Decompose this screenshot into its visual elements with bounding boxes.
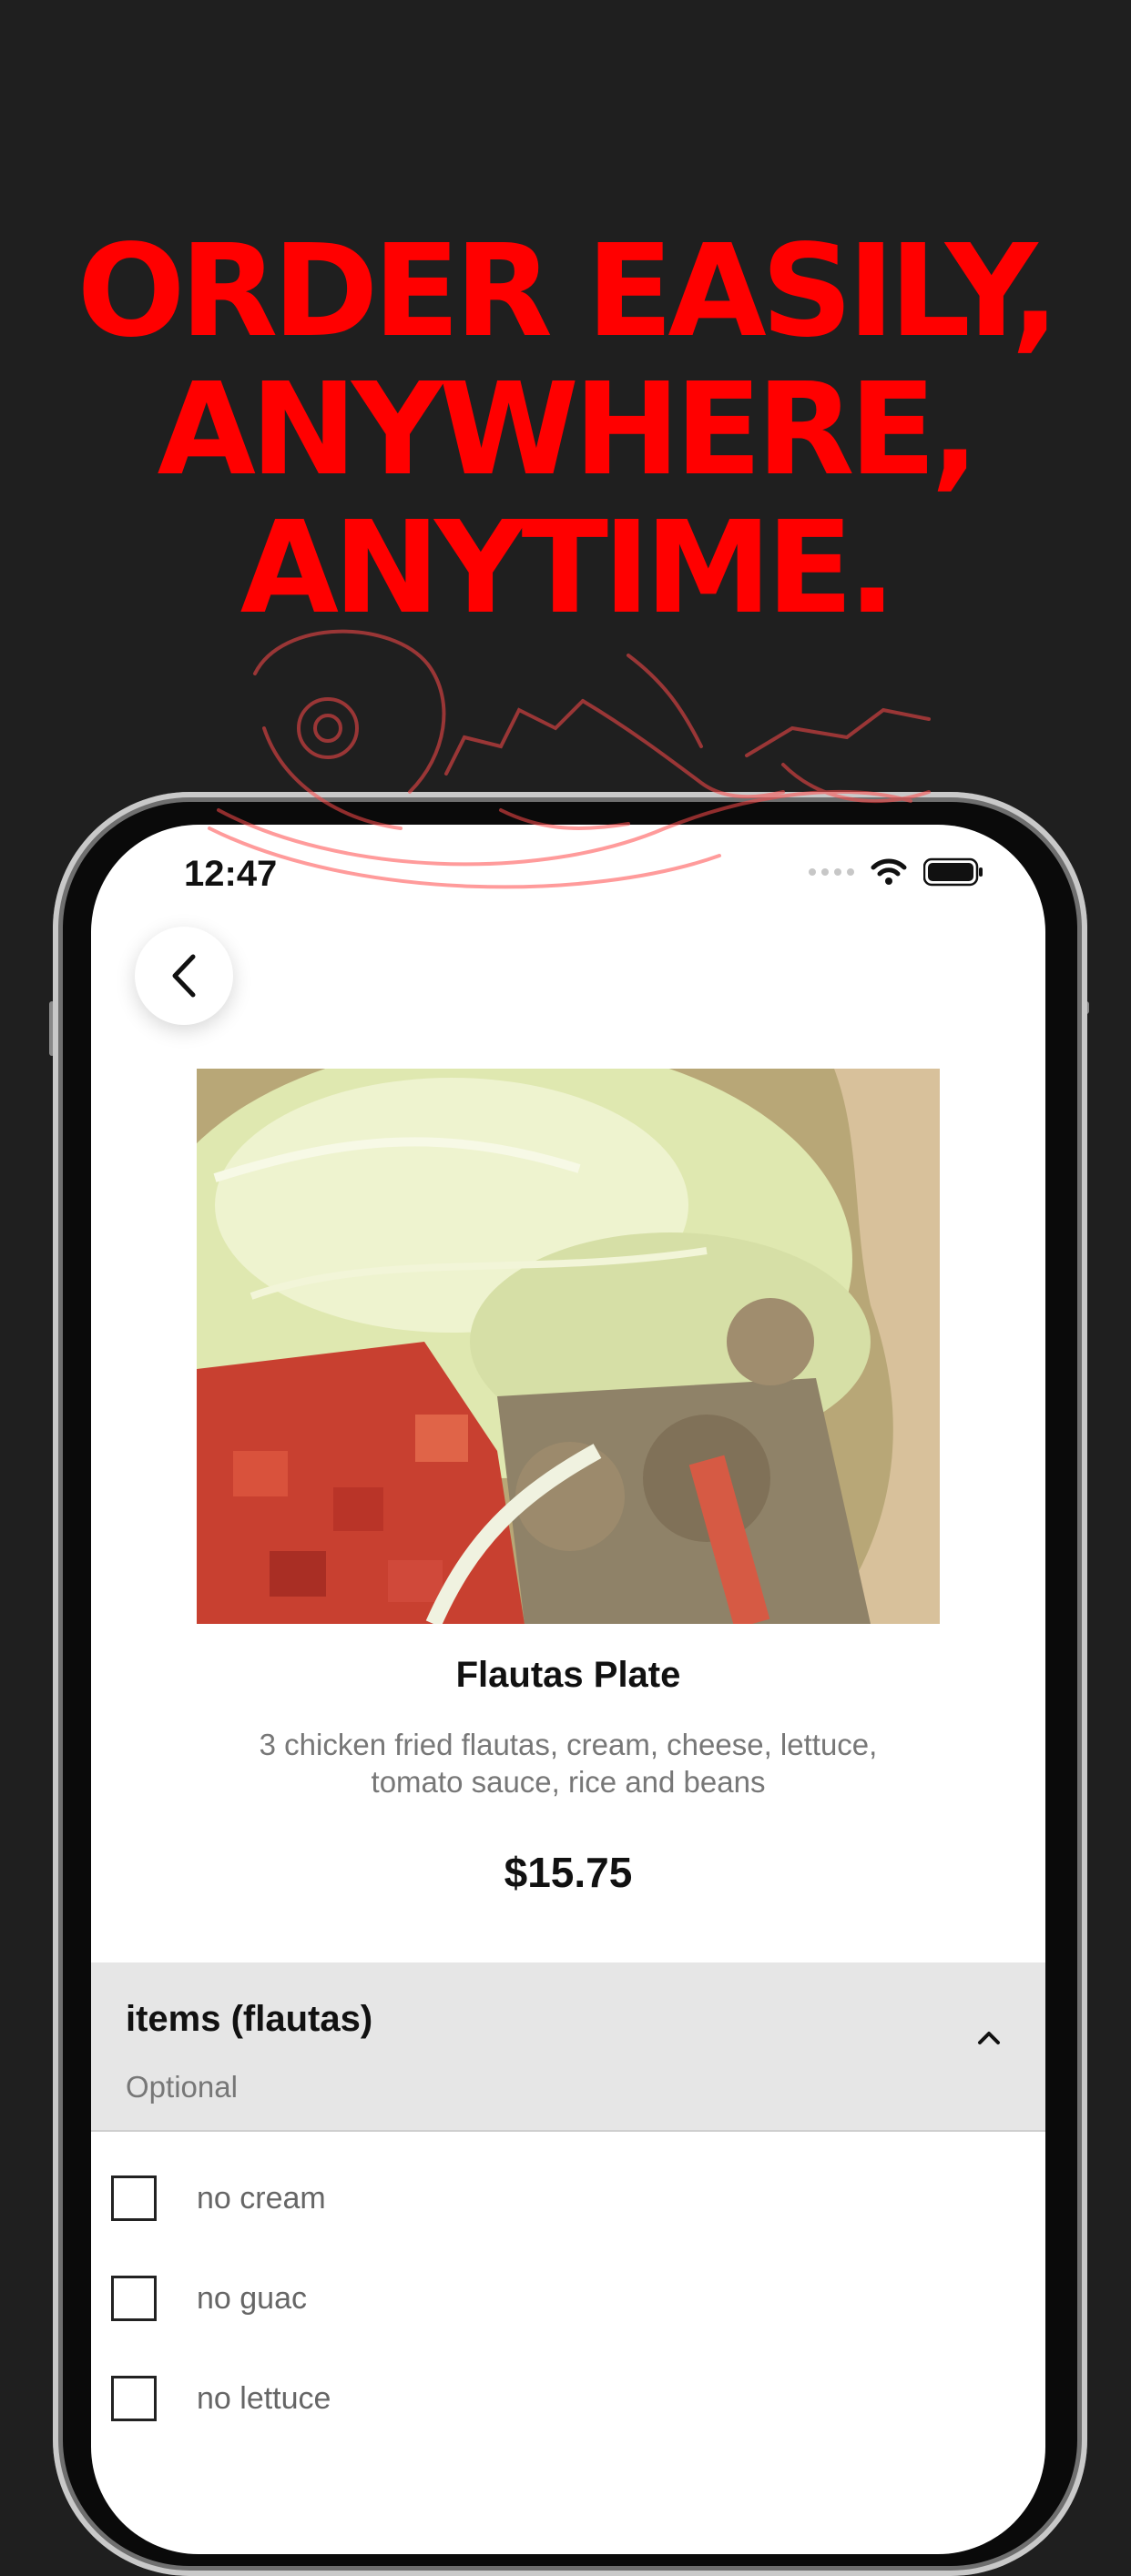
promo-headline: ORDER EASILY, ANYWHERE, ANYTIME. bbox=[0, 223, 1131, 638]
option-label: no cream bbox=[197, 2181, 326, 2216]
chevron-up-icon[interactable] bbox=[976, 2028, 1002, 2046]
item-photo bbox=[197, 1069, 940, 1624]
headline-line-2: ANYWHERE, bbox=[157, 356, 980, 504]
modifier-group-subtitle: Optional bbox=[126, 2070, 238, 2104]
back-button[interactable] bbox=[135, 927, 233, 1025]
phone-screen: 12:47 Flautas Plate 3 chicken fried flau… bbox=[91, 825, 1045, 2554]
item-title: Flautas Plate bbox=[455, 1655, 681, 1695]
modifier-group-title: items (flautas) bbox=[126, 1999, 373, 2039]
item-description: 3 chicken fried flautas, cream, cheese, … bbox=[259, 1728, 878, 1799]
option-row[interactable]: no guac bbox=[91, 2254, 1045, 2345]
option-checkbox[interactable] bbox=[111, 2175, 157, 2221]
option-checkbox[interactable] bbox=[111, 2376, 157, 2421]
option-row[interactable]: no cream bbox=[91, 2154, 1045, 2245]
modifier-group-header[interactable]: items (flautas) Optional bbox=[91, 1962, 1045, 2132]
chevron-left-icon bbox=[172, 954, 196, 998]
option-label: no guac bbox=[197, 2281, 307, 2316]
option-row[interactable]: no lettuce bbox=[91, 2354, 1045, 2445]
taco-doodle-illustration bbox=[208, 629, 931, 889]
item-price: $15.75 bbox=[504, 1849, 633, 1896]
option-label: no lettuce bbox=[197, 2381, 331, 2416]
option-checkbox[interactable] bbox=[111, 2276, 157, 2321]
headline-line-1: ORDER EASILY, bbox=[76, 218, 1060, 366]
